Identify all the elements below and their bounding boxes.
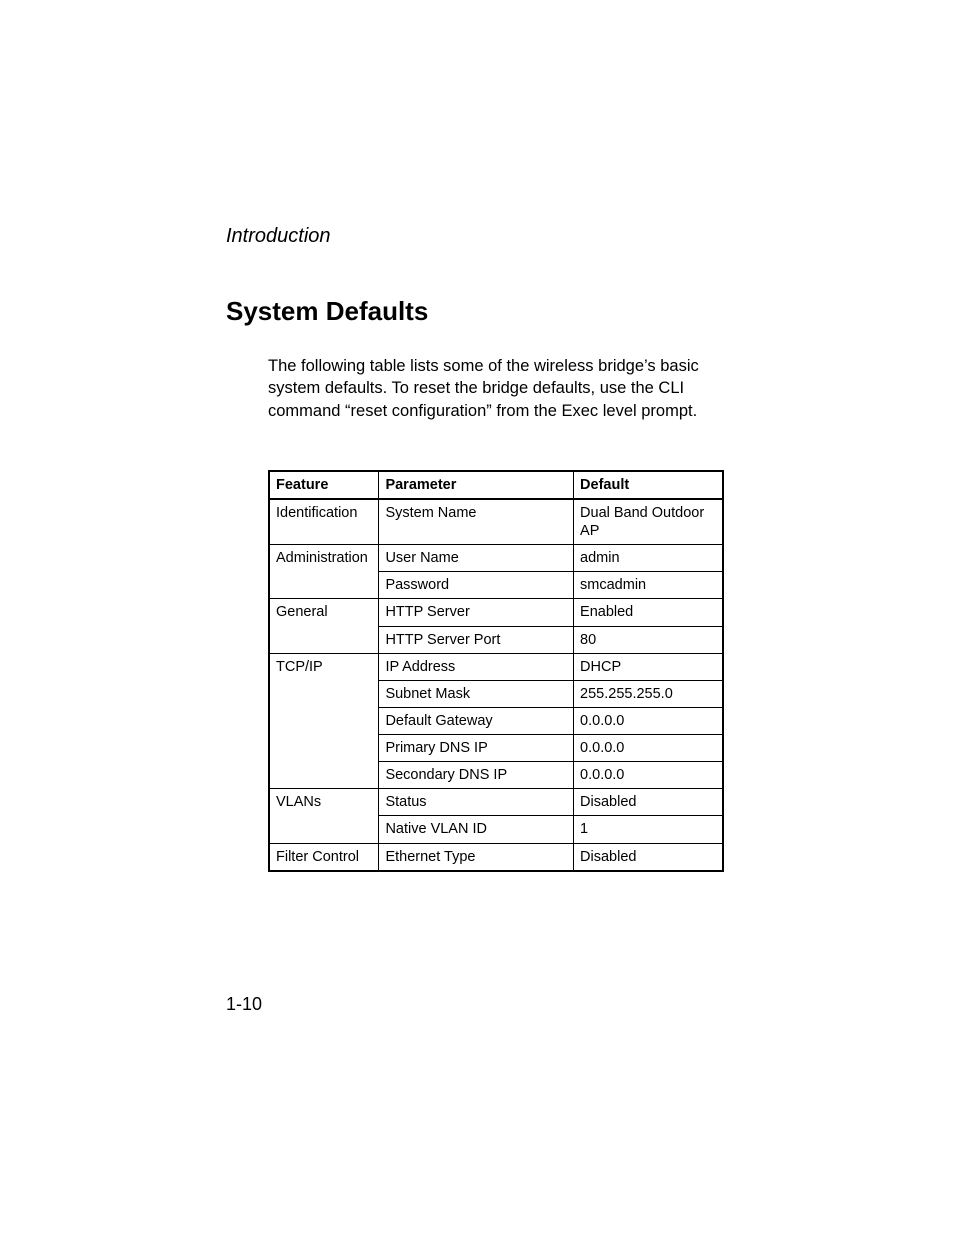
cell-default: 255.255.255.0 — [574, 680, 723, 707]
cell-default: Disabled — [574, 843, 723, 871]
cell-feature: Filter Control — [269, 843, 379, 871]
cell-default: DHCP — [574, 653, 723, 680]
cell-feature: General — [269, 599, 379, 653]
cell-default: 0.0.0.0 — [574, 762, 723, 789]
cell-parameter: Primary DNS IP — [379, 735, 574, 762]
cell-parameter: Secondary DNS IP — [379, 762, 574, 789]
col-header-parameter: Parameter — [379, 471, 574, 499]
table-header-row: Feature Parameter Default — [269, 471, 723, 499]
table-row: TCP/IP IP Address DHCP — [269, 653, 723, 680]
cell-parameter: Native VLAN ID — [379, 816, 574, 843]
cell-parameter: Ethernet Type — [379, 843, 574, 871]
cell-feature: VLANs — [269, 789, 379, 843]
intro-paragraph: The following table lists some of the wi… — [268, 355, 721, 422]
table-row: Filter Control Ethernet Type Disabled — [269, 843, 723, 871]
cell-parameter: Password — [379, 572, 574, 599]
running-head: Introduction — [226, 225, 721, 248]
cell-parameter: HTTP Server — [379, 599, 574, 626]
defaults-table: Feature Parameter Default Identification… — [268, 470, 724, 872]
cell-parameter: Default Gateway — [379, 707, 574, 734]
cell-parameter: User Name — [379, 545, 574, 572]
cell-parameter: Subnet Mask — [379, 680, 574, 707]
page-number: 1-10 — [226, 994, 262, 1015]
col-header-feature: Feature — [269, 471, 379, 499]
document-page: Introduction System Defaults The followi… — [0, 0, 954, 872]
cell-parameter: IP Address — [379, 653, 574, 680]
cell-parameter: System Name — [379, 499, 574, 545]
col-header-default: Default — [574, 471, 723, 499]
table-row: Administration User Name admin — [269, 545, 723, 572]
cell-default: 0.0.0.0 — [574, 735, 723, 762]
cell-default: 0.0.0.0 — [574, 707, 723, 734]
cell-parameter: HTTP Server Port — [379, 626, 574, 653]
cell-feature: TCP/IP — [269, 653, 379, 789]
cell-default: Dual Band Outdoor AP — [574, 499, 723, 545]
cell-default: Disabled — [574, 789, 723, 816]
cell-default: 1 — [574, 816, 723, 843]
cell-feature: Administration — [269, 545, 379, 599]
table-row: Identification System Name Dual Band Out… — [269, 499, 723, 545]
table-row: VLANs Status Disabled — [269, 789, 723, 816]
cell-feature: Identification — [269, 499, 379, 545]
cell-default: admin — [574, 545, 723, 572]
table-row: General HTTP Server Enabled — [269, 599, 723, 626]
cell-default: Enabled — [574, 599, 723, 626]
cell-default: 80 — [574, 626, 723, 653]
cell-default: smcadmin — [574, 572, 723, 599]
section-title: System Defaults — [226, 296, 721, 327]
cell-parameter: Status — [379, 789, 574, 816]
